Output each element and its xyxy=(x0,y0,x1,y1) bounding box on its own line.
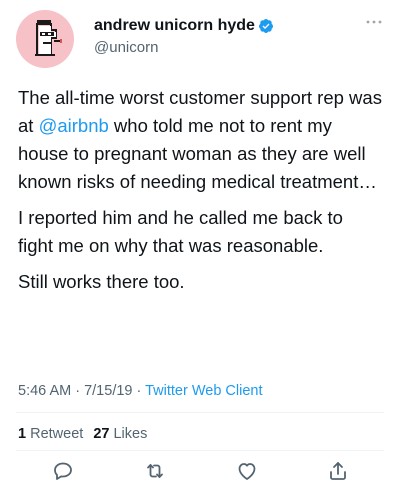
mention-link[interactable]: @airbnb xyxy=(39,115,109,136)
tweet-date[interactable]: 7/15/19 xyxy=(84,383,132,399)
pixel-punk-avatar-icon xyxy=(35,20,62,56)
tweet-time[interactable]: 5:46 AM xyxy=(18,383,71,399)
tweet-paragraph: I reported him and he called me back to … xyxy=(18,207,343,256)
retweets-stat[interactable]: 1 Retweet xyxy=(18,426,83,442)
author-handle[interactable]: @unicorn xyxy=(94,38,274,58)
tweet-header: andrew unicorn hyde @unicorn xyxy=(16,10,384,72)
like-icon[interactable] xyxy=(235,459,259,483)
action-bar xyxy=(0,459,400,485)
likes-stat[interactable]: 27 Likes xyxy=(93,426,147,442)
meta-separator: · xyxy=(132,383,146,399)
retweets-count: 1 xyxy=(18,426,27,442)
likes-label: Likes xyxy=(109,426,148,442)
tweet-text: The all-time worst customer support rep … xyxy=(18,84,382,304)
verified-badge-icon xyxy=(258,19,273,33)
more-options-icon[interactable] xyxy=(364,12,384,32)
avatar[interactable] xyxy=(16,10,74,68)
retweets-label: Retweet xyxy=(26,426,84,442)
meta-separator: · xyxy=(71,383,85,399)
divider xyxy=(16,412,384,413)
tweet-card: andrew unicorn hyde @unicorn The all-tim… xyxy=(0,0,400,497)
tweet-paragraph: The all-time worst customer support rep … xyxy=(18,84,382,196)
tweet-metadata: 5:46 AM · 7/15/19 · Twitter Web Client xyxy=(18,381,263,401)
share-icon[interactable] xyxy=(326,459,350,483)
divider xyxy=(16,450,384,451)
tweet-client-link[interactable]: Twitter Web Client xyxy=(145,383,262,399)
likes-count: 27 xyxy=(93,426,110,442)
tweet-paragraph: Still works there too. xyxy=(18,271,185,292)
reply-icon[interactable] xyxy=(51,459,75,483)
retweet-icon[interactable] xyxy=(143,459,167,483)
author-block: andrew unicorn hyde @unicorn xyxy=(94,16,274,58)
author-display-name[interactable]: andrew unicorn hyde xyxy=(94,16,255,36)
engagement-stats: 1 Retweet 27 Likes xyxy=(18,424,147,444)
